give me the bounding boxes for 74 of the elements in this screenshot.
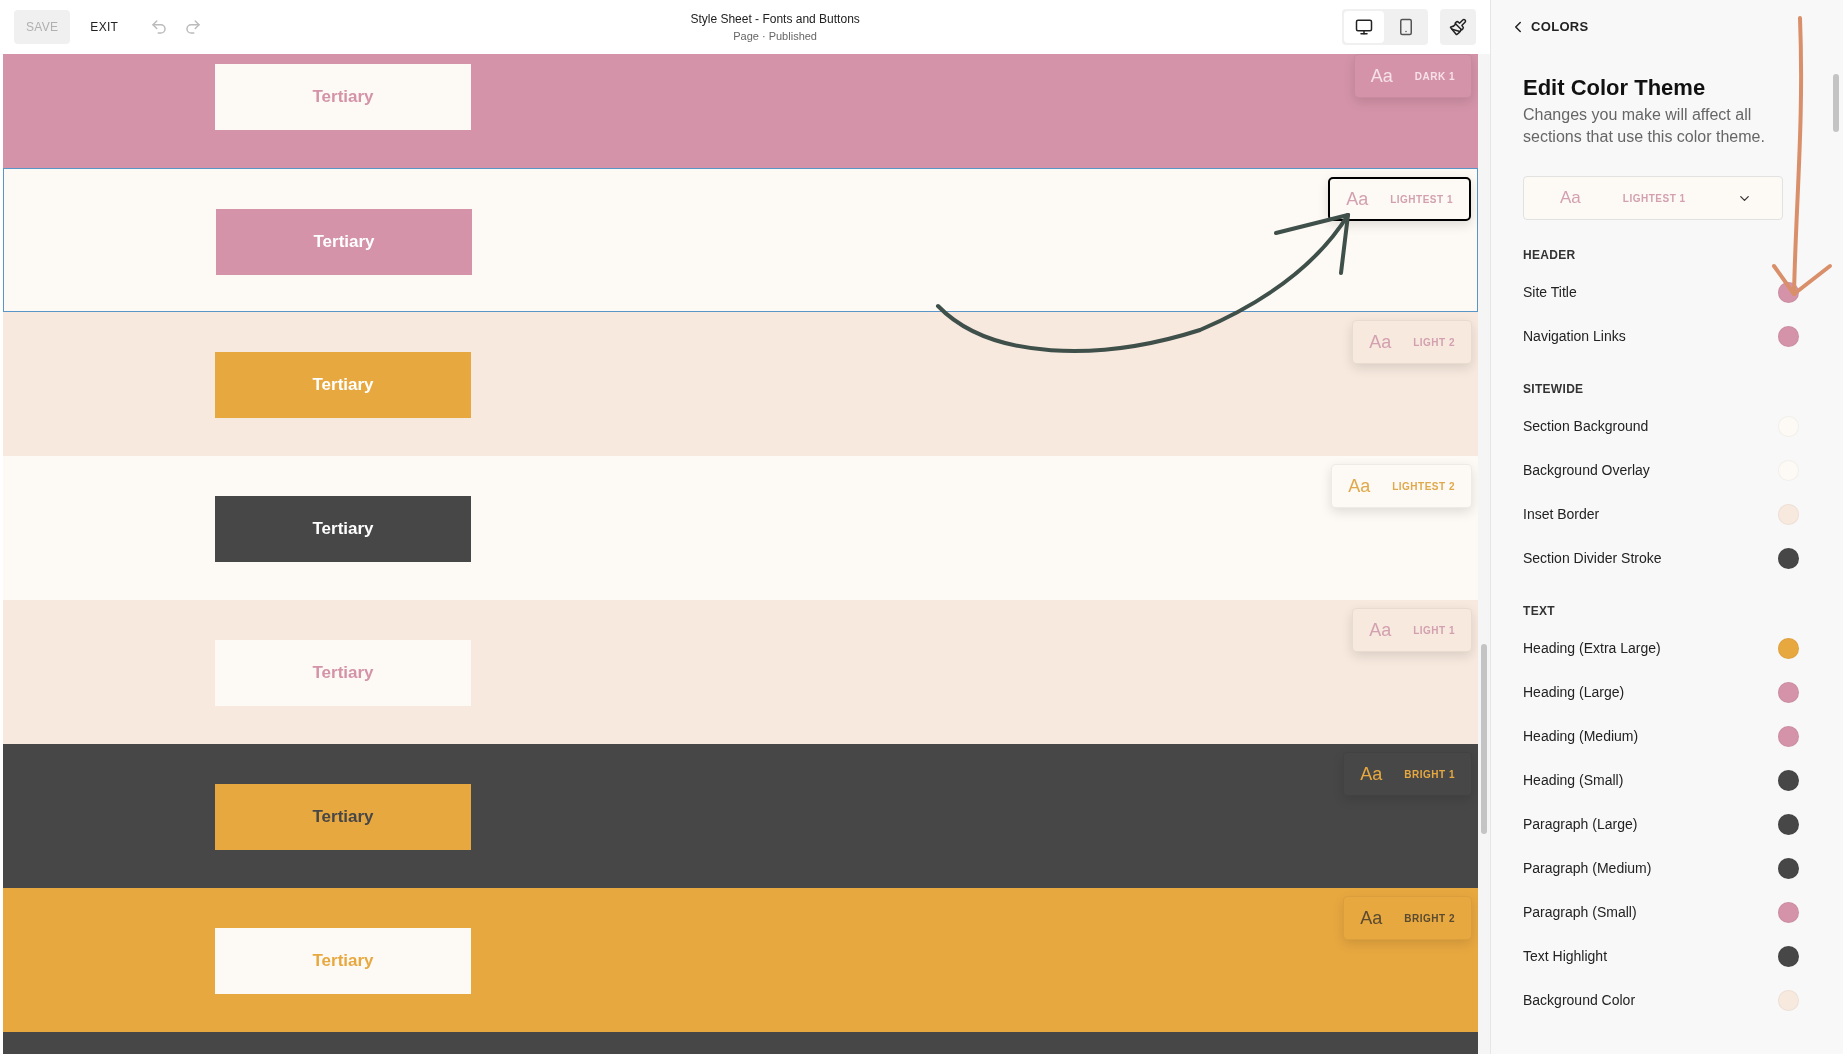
color-setting-label[interactable]: Text Highlight [1523,945,1608,967]
color-setting-label[interactable]: Paragraph (Medium) [1523,857,1652,879]
page-title: Style Sheet - Fonts and Buttons [690,10,860,28]
theme-name: BRIGHT 1 [1404,767,1455,782]
font-sample: Aa [1370,64,1393,88]
color-setting-label[interactable]: Section Divider Stroke [1523,547,1662,569]
color-swatch[interactable] [1778,813,1799,835]
font-sample: Aa [1369,618,1392,642]
group-heading: TEXT [1523,603,1556,620]
redo-icon [184,18,203,36]
page-section[interactable]: Tertiary Aa LIGHT 1 [3,600,1478,744]
theme-badge[interactable]: Aa BRIGHT 2 [1343,896,1472,940]
page-section[interactable]: Tertiary Aa BRIGHT 1 [3,744,1478,888]
font-sample: Aa [1360,762,1383,786]
color-setting-label[interactable]: Section Background [1523,415,1649,437]
theme-name: LIGHTEST 1 [1622,191,1687,206]
font-sample: Aa [1346,187,1369,211]
color-swatch[interactable] [1778,547,1799,569]
color-setting-label[interactable]: Inset Border [1523,503,1600,525]
font-sample: Aa [1369,330,1392,354]
tertiary-button[interactable]: Tertiary [216,209,472,275]
color-swatch[interactable] [1778,681,1799,703]
color-setting-label[interactable]: Paragraph (Large) [1523,813,1638,835]
panel-description: Changes you make will affect all sections that use this color theme. [1523,105,1766,147]
theme-name: DARK 1 [1414,69,1455,84]
color-setting-label[interactable]: Background Color [1523,989,1636,1011]
font-sample: Aa [1360,906,1383,930]
theme-badge[interactable]: Aa BRIGHT 1 [1343,752,1472,796]
page-section[interactable]: Tertiary Aa DARK 1 [3,54,1478,168]
color-swatch[interactable] [1778,503,1799,525]
font-sample: Aa [1348,474,1371,498]
color-setting-label[interactable]: Navigation Links [1523,325,1626,347]
group-heading: HEADER [1523,247,1577,264]
color-swatch[interactable] [1778,945,1799,967]
color-setting-label[interactable]: Heading (Large) [1523,681,1625,703]
theme-name: LIGHTEST 1 [1390,192,1453,207]
tertiary-button[interactable]: Tertiary [215,64,471,130]
view-button[interactable] [1344,11,1384,43]
scrollbar[interactable] [1481,644,1487,834]
color-swatch[interactable] [1778,901,1799,923]
color-setting-label[interactable]: Paragraph (Small) [1523,901,1637,923]
color-setting-label[interactable]: Site Title [1523,281,1577,303]
paintbrush-icon [1449,18,1467,36]
theme-name: BRIGHT 2 [1404,911,1455,926]
color-setting-label[interactable]: Heading (Medium) [1523,725,1639,747]
color-setting-label[interactable]: Heading (Extra Large) [1523,637,1661,659]
exit-button[interactable]: EXIT [78,10,131,44]
page-status: Page · Published [733,28,817,44]
font-sample: Aa [1560,187,1581,210]
tertiary-button[interactable]: Tertiary [215,496,471,562]
color-swatch[interactable] [1778,637,1799,659]
theme-name: LIGHTEST 2 [1392,479,1455,494]
color-setting-label[interactable]: Heading (Small) [1523,769,1624,791]
phone-icon [1397,18,1415,36]
page-section[interactable]: Tertiary Aa LIGHTEST 1 [3,168,1478,312]
panel-title: Edit Color Theme [1523,74,1707,102]
scrollbar[interactable] [1833,74,1839,132]
color-swatch[interactable] [1778,769,1799,791]
page-section[interactable]: Tertiary Aa BRIGHT 2 [3,888,1478,1032]
desktop-icon [1355,18,1373,36]
theme-name: LIGHT 1 [1413,623,1455,638]
color-swatch[interactable] [1778,989,1799,1011]
color-setting-label[interactable]: Background Overlay [1523,459,1650,481]
group-heading: SITEWIDE [1523,381,1585,398]
color-swatch[interactable] [1778,857,1799,879]
brush-button[interactable] [1440,9,1476,45]
tertiary-button[interactable]: Tertiary [215,640,471,706]
page-section[interactable]: Tertiary Aa LIGHTEST 2 [3,456,1478,600]
tertiary-button[interactable]: Tertiary [215,784,471,850]
theme-name: LIGHT 2 [1413,335,1455,350]
back-link[interactable]: COLORS [1509,17,1589,37]
color-swatch[interactable] [1778,325,1799,347]
color-swatch[interactable] [1778,725,1799,747]
undo-icon [150,18,169,36]
